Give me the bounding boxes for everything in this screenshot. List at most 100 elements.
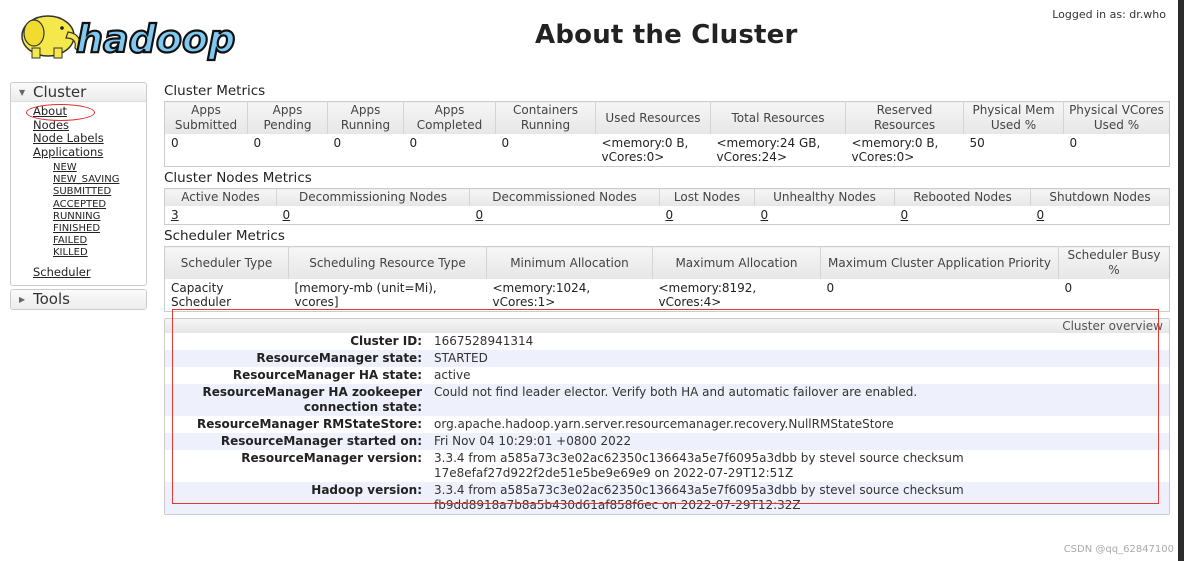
column-header: Decommissioning Nodes [276,188,470,206]
cluster-metrics-table: Apps Submitted Apps Pending Apps Running… [164,101,1170,167]
cluster-overview-table: Cluster ID: 1667528941314 ResourceManager … [165,333,1169,514]
table-cell: 0 [820,279,1059,312]
column-header: Reserved Resources [845,101,964,134]
overview-key: ResourceManager version: [241,451,422,465]
nav-link-app-failed[interactable]: FAILED [53,235,146,247]
column-header: Active Nodes [164,188,277,206]
nav-link-app-accepted[interactable]: ACCEPTED [53,199,146,211]
column-header: Lost Nodes [659,188,755,206]
rebooted-nodes-link[interactable]: 0 [901,208,909,222]
overview-key: ResourceManager HA state: [232,368,422,382]
column-header: Apps Completed [403,101,496,134]
table-cell: Capacity Scheduler [164,279,289,312]
column-header: Maximum Cluster Application Priority [820,246,1059,279]
cluster-metrics-title: Cluster Metrics [164,83,266,99]
table-cell: 50 [963,134,1064,167]
column-header: Maximum Allocation [652,246,821,279]
table-cell: <memory:0 B, vCores:0> [845,134,964,167]
nav-link-app-killed[interactable]: KILLED [53,247,146,259]
column-header: Used Resources [595,101,711,134]
nav-link-app-running[interactable]: RUNNING [53,211,146,223]
table-cell: <memory:8192, vCores:4> [652,279,821,312]
decommissioning-nodes-link[interactable]: 0 [283,208,291,222]
table-cell: 0 [1058,279,1170,312]
column-header: Decommissioned Nodes [469,188,660,206]
table-header-row: Active Nodes Decommissioning Nodes Decom… [164,188,1170,206]
nav-section-tools: ▶ Tools [10,289,147,311]
watermark: CSDN @qq_62847100 [1063,544,1174,555]
column-header: Scheduler Busy % [1058,246,1170,279]
overview-value: 3.3.4 from a585a73c3e02ac62350c136643a5e… [430,482,1169,514]
column-header: Scheduling Resource Type [288,246,487,279]
table-header-row: Apps Submitted Apps Pending Apps Running… [164,101,1170,134]
overview-value: 1667528941314 [434,334,534,348]
cluster-overview-panel: Cluster overview Cluster ID: 166752894131… [164,318,1170,515]
cluster-overview-title: Cluster overview [165,319,1169,333]
column-header: Containers Running [495,101,596,134]
nav-link-applications[interactable]: Applications [33,145,146,160]
column-header: Minimum Allocation [486,246,653,279]
lost-nodes-link[interactable]: 0 [666,208,674,222]
overview-row: ResourceManager started on: Fri Nov 04 10… [165,433,1169,450]
table-row: Capacity Scheduler [memory-mb (unit=Mi),… [164,279,1170,312]
app-state-links: NEW NEW_SAVING SUBMITTED ACCEPTED RUNNIN… [33,162,146,260]
scheduler-metrics-table: Scheduler Type Scheduling Resource Type … [164,246,1170,312]
main-content: Cluster Metrics Apps Submitted Apps Pend… [164,80,1170,515]
nav-link-app-finished[interactable]: FINISHED [53,223,146,235]
column-header: Physical Mem Used % [963,101,1064,134]
scheduler-metrics-title: Scheduler Metrics [164,228,285,244]
table-cell: <memory:0 B, vCores:0> [595,134,711,167]
overview-value: Fri Nov 04 10:29:01 +0800 2022 [430,433,1169,450]
table-cell: 0 [495,134,596,167]
unhealthy-nodes-link[interactable]: 0 [761,208,769,222]
table-cell: [memory-mb (unit=Mi), vcores] [288,279,487,312]
hadoop-logo[interactable]: hadoop [10,6,250,64]
nav-section-cluster: ▼ Cluster About Nodes Node Labels Applica… [10,82,147,287]
overview-value: Could not find leader elector. Verify bo… [430,384,1169,416]
overview-value: 3.3.4 from a585a73c3e02ac62350c136643a5e… [434,451,964,480]
nav-link-app-new-saving[interactable]: NEW_SAVING [53,174,146,186]
table-cell: <memory:24 GB, vCores:24> [710,134,846,167]
logged-in-user: Logged in as: dr.who [1052,8,1166,21]
column-header: Physical VCores Used % [1063,101,1170,134]
column-header: Apps Submitted [164,101,248,134]
column-header: Apps Running [327,101,404,134]
overview-key: ResourceManager HA zookeeper connection … [165,384,430,416]
overview-key: ResourceManager RMStateStore: [197,417,422,431]
overview-row: ResourceManager version: 3.3.4 from a585a… [165,450,1169,482]
table-cell: 0 [164,134,248,167]
decommissioned-nodes-link[interactable]: 0 [476,208,484,222]
overview-row: ResourceManager HA state: active [165,367,1169,384]
overview-key: ResourceManager state: [165,350,430,367]
nav-link-app-new[interactable]: NEW [53,162,146,174]
sidebar: ▼ Cluster About Nodes Node Labels Applica… [10,82,147,313]
column-header: Shutdown Nodes [1030,188,1170,206]
nav-link-node-labels[interactable]: Node Labels [33,131,146,146]
svg-text:hadoop: hadoop [76,17,235,61]
overview-value: org.apache.hadoop.yarn.server.resourcema… [434,417,894,431]
overview-row: ResourceManager state: STARTED [165,350,1169,367]
active-nodes-link[interactable]: 3 [171,208,179,222]
nav-link-app-submitted[interactable]: SUBMITTED [53,186,146,198]
elephant-icon [21,15,81,59]
page-title: About the Cluster [535,20,798,50]
table-cell: 0 [1063,134,1170,167]
cluster-nodes-metrics-table: Active Nodes Decommissioning Nodes Decom… [164,188,1170,225]
cluster-nodes-metrics-title: Cluster Nodes Metrics [164,170,312,186]
window-edge [1178,0,1184,561]
column-header: Unhealthy Nodes [754,188,895,206]
nav-link-scheduler[interactable]: Scheduler [33,265,146,280]
overview-value: STARTED [430,350,1169,367]
nav-section-tools-toggle[interactable]: ▶ Tools [11,290,146,310]
nav-link-about[interactable]: About [33,104,146,119]
triangle-right-icon: ▶ [19,295,26,305]
nav-section-cluster-toggle[interactable]: ▼ Cluster [11,83,146,102]
column-header: Rebooted Nodes [894,188,1031,206]
table-cell: 0 [327,134,404,167]
column-header: Apps Pending [247,101,328,134]
overview-value: active [434,368,471,382]
overview-key: Hadoop version: [165,482,430,514]
overview-row: Cluster ID: 1667528941314 [165,333,1169,350]
shutdown-nodes-link[interactable]: 0 [1037,208,1045,222]
nav-link-nodes[interactable]: Nodes [33,118,146,133]
